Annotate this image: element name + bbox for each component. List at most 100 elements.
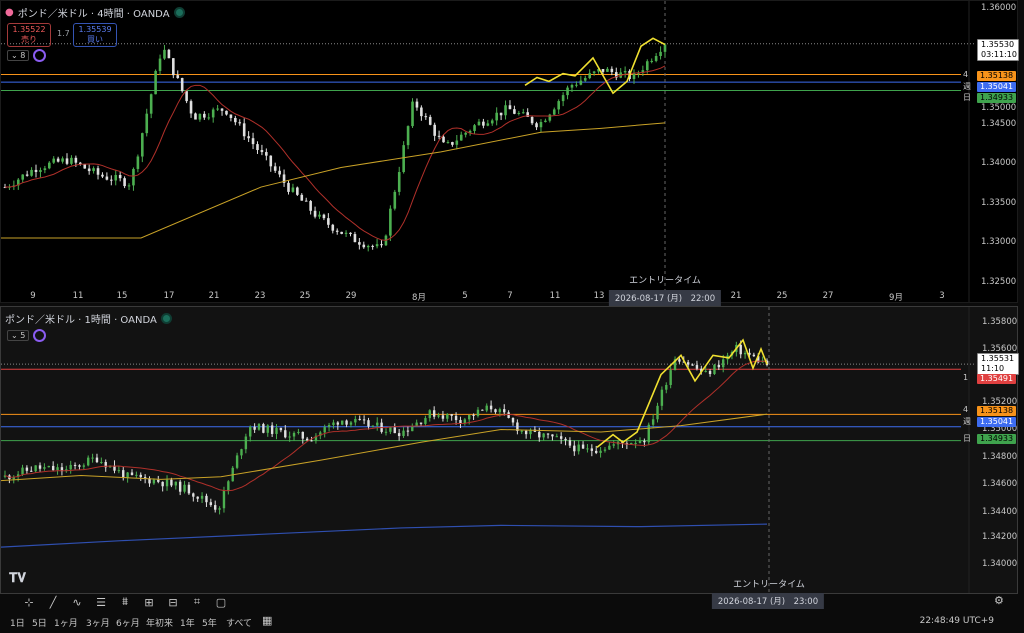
candle: [659, 51, 662, 57]
candle: [546, 433, 550, 435]
gear-icon[interactable]: ⚙: [994, 594, 1004, 607]
candle: [117, 470, 121, 472]
candle: [301, 431, 304, 439]
indicator-settings-icon[interactable]: [33, 49, 47, 62]
candle: [539, 122, 543, 128]
candle: [105, 176, 109, 180]
timeframe-button[interactable]: 1ヶ月: [54, 616, 78, 629]
candle: [638, 440, 642, 443]
candle: [292, 432, 296, 437]
candle: [273, 166, 277, 171]
candle: [47, 162, 51, 169]
candle: [304, 200, 308, 202]
candle: [154, 70, 157, 95]
indicators-toggle[interactable]: ⌄ 8: [7, 49, 47, 62]
price-tick-label: 1.34200: [982, 532, 1018, 542]
candle: [599, 450, 602, 453]
timeframe-button[interactable]: 6ヶ月: [116, 616, 140, 629]
candle: [511, 418, 515, 423]
price-tick-label: 1.35800: [982, 317, 1018, 327]
candle: [419, 422, 423, 424]
timeframe-button[interactable]: 5日: [32, 616, 47, 629]
level-price-tag: 1.35041: [977, 82, 1017, 92]
candle: [340, 231, 343, 234]
pattern-icon[interactable]: ⩩: [118, 595, 132, 609]
brush-icon[interactable]: ∿: [70, 595, 84, 609]
level-marker: 4: [963, 405, 969, 414]
level-marker: 4: [963, 70, 969, 79]
candle: [451, 142, 454, 145]
candle: [380, 244, 383, 246]
candle: [455, 140, 459, 145]
candle: [411, 101, 414, 127]
chart-pane-4h[interactable]: ● ポンド／米ドル · 4時間 · OANDA 1.35522 売り 1.7 1…: [0, 0, 1019, 306]
candle: [158, 58, 162, 71]
candle: [92, 168, 95, 172]
shapes-icon[interactable]: ⌗: [190, 595, 204, 609]
current-price-tag: 1.35530 03:11:10: [977, 39, 1019, 61]
candle: [242, 123, 246, 137]
candle: [371, 245, 374, 247]
candle: [141, 133, 144, 157]
indicator-settings-icon[interactable]: [33, 329, 47, 342]
fib-icon[interactable]: ☰: [94, 595, 108, 609]
candle: [713, 364, 716, 375]
cursor-icon[interactable]: ⊹: [22, 595, 36, 609]
candle: [123, 178, 126, 187]
candle: [70, 157, 73, 164]
candle: [366, 245, 370, 248]
candle: [203, 113, 206, 118]
candle: [367, 420, 370, 427]
candle: [275, 427, 278, 434]
candle: [174, 481, 177, 486]
measure-icon[interactable]: ⊞: [142, 595, 156, 609]
trendline-icon[interactable]: ╱: [46, 595, 60, 609]
price-chart-1h[interactable]: [1, 307, 1017, 593]
buy-button[interactable]: 1.35539 買い: [73, 23, 117, 47]
candle: [477, 121, 481, 126]
time-tick-label: 9: [30, 291, 36, 301]
candle: [287, 182, 290, 192]
chart-pane-1h[interactable]: ポンド／米ドル · 1時間 · OANDA ⌄ 5 𝐓𝐕 1.35800 1.35…: [0, 306, 1019, 606]
zoom-icon[interactable]: ▢: [214, 595, 228, 609]
candle: [238, 122, 242, 124]
price-chart-4h[interactable]: [1, 1, 1017, 302]
price-tick-label: 1.34400: [982, 507, 1018, 517]
candle: [415, 101, 419, 108]
candle: [200, 495, 204, 499]
timeframe-button[interactable]: すべて: [226, 616, 252, 629]
candle: [34, 465, 37, 472]
candle: [590, 448, 594, 451]
time-tick-label: 13: [593, 291, 605, 301]
candle: [441, 415, 445, 419]
candle: [433, 124, 436, 136]
candle: [279, 427, 283, 431]
candle: [87, 457, 90, 466]
candle: [581, 444, 585, 449]
text-icon[interactable]: ⊟: [166, 595, 180, 609]
entry-time-label: 2026-08-17 (月) 23:00: [711, 593, 825, 609]
time-tick-label: 25: [299, 291, 311, 301]
calendar-icon[interactable]: ▦: [262, 614, 272, 627]
level-marker: 1: [963, 373, 969, 382]
candle: [588, 73, 591, 79]
chevron-down-icon: ⌄: [11, 51, 18, 60]
timeframe-button[interactable]: 年初来: [146, 616, 173, 629]
time-tick-label: 27: [822, 291, 834, 301]
timeframe-button[interactable]: 1日: [10, 616, 25, 629]
timeframe-button[interactable]: 3ヶ月: [86, 616, 110, 629]
indicators-toggle[interactable]: ⌄ 5: [7, 329, 47, 342]
level-price-tag: 1.35138: [977, 406, 1017, 416]
candle: [216, 108, 219, 110]
price-tick-label: 1.34000: [982, 559, 1018, 569]
buy-label: 買い: [87, 35, 103, 44]
sell-button[interactable]: 1.35522 売り: [7, 23, 51, 47]
candle: [446, 142, 450, 144]
bar-countdown: 03:11:10: [981, 50, 1017, 59]
timeframe-button[interactable]: 5年: [202, 616, 217, 629]
candle: [332, 422, 335, 426]
candle: [459, 420, 462, 423]
timeframe-button[interactable]: 1年: [180, 616, 195, 629]
candle: [464, 132, 467, 135]
candle: [495, 112, 498, 121]
